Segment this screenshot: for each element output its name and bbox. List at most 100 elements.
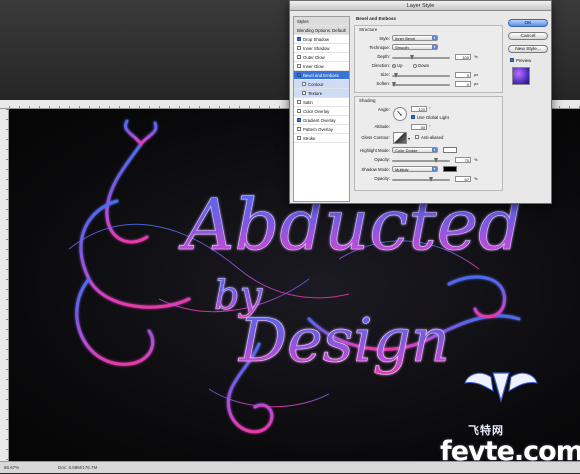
size-input[interactable]: 5 bbox=[455, 72, 471, 78]
size-slider[interactable] bbox=[392, 73, 450, 78]
effect-item[interactable]: Bevel and Emboss bbox=[294, 71, 349, 80]
effect-item[interactable]: Satin bbox=[294, 98, 349, 107]
size-label: Size: bbox=[380, 72, 390, 77]
watermark-chinese: 飞特网 bbox=[468, 424, 504, 437]
effect-item[interactable]: Inner Shadow bbox=[294, 44, 349, 53]
vertical-ruler bbox=[0, 109, 9, 461]
altitude-input[interactable]: 30 bbox=[411, 124, 427, 130]
effect-label: Stroke bbox=[303, 136, 316, 141]
status-bar: 66.67% Doc: 6.59M/176.7M bbox=[0, 461, 580, 473]
effect-checkbox[interactable] bbox=[297, 118, 301, 123]
dialog-title[interactable]: Layer Style bbox=[290, 1, 551, 11]
anti-aliased-checkbox[interactable]: Anti-aliased bbox=[415, 134, 443, 141]
effect-item[interactable]: Color Overlay bbox=[294, 107, 349, 116]
structure-title: Structure bbox=[359, 27, 378, 32]
slider-thumb[interactable] bbox=[410, 55, 414, 60]
structure-group: Structure Style: Inner Bevel ▾ Technique… bbox=[354, 25, 503, 93]
shadow-mode-dropdown[interactable]: Multiply ▾ bbox=[392, 166, 438, 172]
chevron-down-icon: ▾ bbox=[432, 148, 437, 152]
ok-button[interactable]: OK bbox=[508, 19, 548, 27]
effect-label: Inner Shadow bbox=[303, 46, 330, 51]
chevron-down-icon: ▾ bbox=[432, 36, 437, 40]
effect-item[interactable]: Contour bbox=[294, 80, 349, 89]
effect-label: Gradient Overlay bbox=[303, 118, 336, 123]
direction-label: Direction: bbox=[371, 63, 390, 68]
altitude-label: Altitude: bbox=[374, 124, 390, 129]
slider-thumb[interactable] bbox=[392, 82, 396, 87]
effects-list: Drop Shadow Inner Shadow Outer Glow Inner G… bbox=[294, 35, 349, 143]
angle-indicator-icon bbox=[397, 110, 402, 116]
shadow-opacity-slider[interactable] bbox=[392, 177, 450, 182]
angle-dial[interactable] bbox=[393, 107, 407, 121]
styles-list: Styles Blending Options: Default Drop Sh… bbox=[293, 16, 350, 202]
angle-input[interactable]: 120 bbox=[411, 106, 427, 112]
shadow-color-swatch[interactable] bbox=[443, 166, 457, 172]
zoom-level[interactable]: 66.67% bbox=[4, 462, 19, 474]
technique-label: Technique: bbox=[369, 45, 390, 50]
effect-checkbox[interactable] bbox=[297, 64, 301, 69]
style-dropdown[interactable]: Inner Bevel ▾ bbox=[392, 35, 438, 41]
slider-thumb[interactable] bbox=[434, 158, 438, 163]
effect-checkbox[interactable] bbox=[297, 55, 301, 60]
effect-checkbox[interactable] bbox=[302, 91, 306, 96]
shading-group: Shading Angle: 120 ° Use Global Light Al… bbox=[354, 96, 503, 191]
cancel-button[interactable]: Cancel bbox=[508, 32, 548, 40]
direction-up-radio[interactable]: Up bbox=[392, 62, 403, 69]
slider-thumb[interactable] bbox=[429, 177, 433, 182]
direction-down-radio[interactable]: Down bbox=[413, 62, 429, 69]
title-line-3: Design bbox=[238, 306, 450, 376]
effect-item[interactable]: Inner Glow bbox=[294, 62, 349, 71]
style-preview-thumbnail bbox=[512, 67, 530, 85]
styles-header[interactable]: Styles bbox=[294, 17, 349, 26]
highlight-opacity-slider[interactable] bbox=[392, 158, 450, 163]
soften-input[interactable]: 0 bbox=[455, 81, 471, 87]
technique-value: Smooth bbox=[395, 45, 409, 50]
section-title: Bevel and Emboss bbox=[356, 16, 397, 21]
highlight-mode-label: Highlight Mode: bbox=[360, 148, 390, 153]
gloss-contour-picker[interactable] bbox=[393, 132, 407, 144]
effect-checkbox[interactable] bbox=[297, 100, 301, 105]
highlight-opacity-label: Opacity: bbox=[374, 157, 390, 162]
effect-item[interactable]: Texture bbox=[294, 89, 349, 98]
effect-item[interactable]: Gradient Overlay bbox=[294, 116, 349, 125]
watermark-logo bbox=[464, 372, 538, 404]
highlight-color-swatch[interactable] bbox=[443, 147, 457, 153]
depth-slider[interactable] bbox=[392, 55, 450, 60]
shadow-opacity-input[interactable]: 67 bbox=[455, 176, 471, 182]
gloss-contour-label: Gloss Contour: bbox=[361, 135, 390, 140]
effect-label: Inner Glow bbox=[303, 64, 324, 69]
effect-item[interactable]: Pattern Overlay bbox=[294, 125, 349, 134]
effect-label: Texture bbox=[308, 91, 323, 96]
depth-input[interactable]: 100 bbox=[455, 54, 471, 60]
effect-checkbox[interactable] bbox=[297, 73, 301, 78]
effect-item[interactable]: Drop Shadow bbox=[294, 35, 349, 44]
new-style-button[interactable]: New Style... bbox=[508, 45, 548, 53]
chevron-down-icon[interactable]: ▾ bbox=[408, 136, 410, 141]
shadow-opacity-label: Opacity: bbox=[374, 176, 390, 181]
effect-item[interactable]: Stroke bbox=[294, 134, 349, 143]
chevron-down-icon: ▾ bbox=[432, 45, 437, 49]
soften-slider[interactable] bbox=[392, 82, 450, 87]
angle-label: Angle: bbox=[377, 107, 390, 112]
use-global-light-checkbox[interactable]: Use Global Light bbox=[411, 114, 449, 121]
highlight-opacity-input[interactable]: 75 bbox=[455, 157, 471, 163]
effect-item[interactable]: Outer Glow bbox=[294, 53, 349, 62]
effect-checkbox[interactable] bbox=[297, 37, 301, 42]
effect-checkbox[interactable] bbox=[302, 82, 306, 87]
highlight-opacity-unit: % bbox=[474, 157, 478, 162]
technique-dropdown[interactable]: Smooth ▾ bbox=[392, 44, 438, 50]
depth-unit: % bbox=[474, 54, 478, 59]
blending-options-item[interactable]: Blending Options: Default bbox=[294, 26, 349, 35]
document-size[interactable]: Doc: 6.59M/176.7M bbox=[58, 462, 97, 474]
slider-thumb[interactable] bbox=[394, 73, 398, 78]
effect-label: Pattern Overlay bbox=[303, 127, 333, 132]
effect-checkbox[interactable] bbox=[297, 109, 301, 114]
style-value: Inner Bevel bbox=[395, 36, 416, 41]
effect-label: Color Overlay bbox=[303, 109, 330, 114]
effect-checkbox[interactable] bbox=[297, 136, 301, 141]
effect-checkbox[interactable] bbox=[297, 46, 301, 51]
highlight-mode-dropdown[interactable]: Color Dodge ▾ bbox=[392, 147, 438, 153]
shadow-mode-value: Multiply bbox=[395, 167, 409, 172]
effect-checkbox[interactable] bbox=[297, 127, 301, 132]
preview-checkbox[interactable]: Preview bbox=[510, 57, 531, 64]
